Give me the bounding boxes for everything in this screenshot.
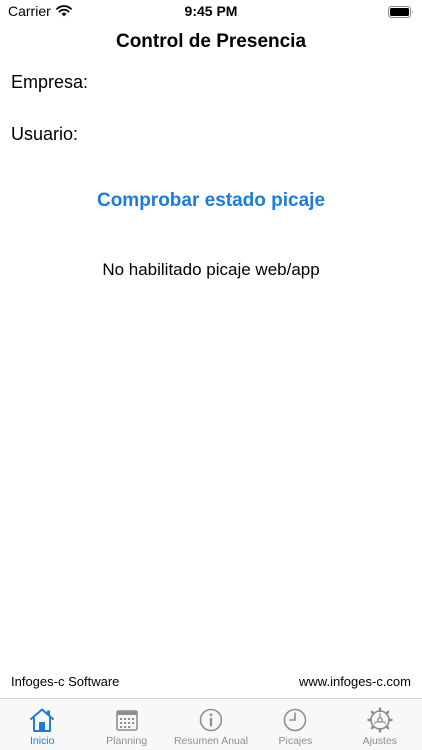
company-footer-text: Infoges-c Software (11, 674, 120, 689)
screen: Carrier 9:45 PM Control de Presencia Emp… (0, 0, 422, 750)
check-status-button[interactable]: Comprobar estado picaje (0, 190, 422, 212)
tab-label: Resumen Anual (173, 735, 249, 747)
clock-icon (282, 707, 308, 733)
user-label: Usuario: (11, 124, 79, 144)
home-icon (28, 707, 56, 733)
tab-resumen-anual[interactable]: Resumen Anual (169, 699, 253, 750)
tab-picajes[interactable]: Picajes (253, 699, 337, 750)
status-message: No habilitado picaje web/app (102, 260, 320, 279)
tab-label: Picajes (278, 735, 313, 747)
gear-icon (367, 707, 393, 733)
battery-icon (388, 5, 414, 21)
company-label: Empresa: (11, 72, 89, 92)
status-time: 9:45 PM (184, 3, 238, 19)
tab-ajustes[interactable]: Ajustes (338, 699, 422, 750)
page-title: Control de Presencia (115, 31, 307, 52)
tab-label: Ajustes (362, 735, 398, 747)
tab-label: Planning (106, 735, 148, 747)
website-link[interactable]: www.infoges-c.com (299, 674, 411, 689)
tab-inicio[interactable]: Inicio (0, 699, 84, 750)
tab-bar: Inicio Planning Resumen Anual Picajes Aj… (0, 698, 422, 750)
tab-label: Inicio (29, 735, 55, 747)
info-icon (198, 707, 224, 733)
status-bar: Carrier 9:45 PM (0, 0, 422, 24)
calendar-icon (114, 707, 140, 733)
tab-planning[interactable]: Planning (84, 699, 168, 750)
